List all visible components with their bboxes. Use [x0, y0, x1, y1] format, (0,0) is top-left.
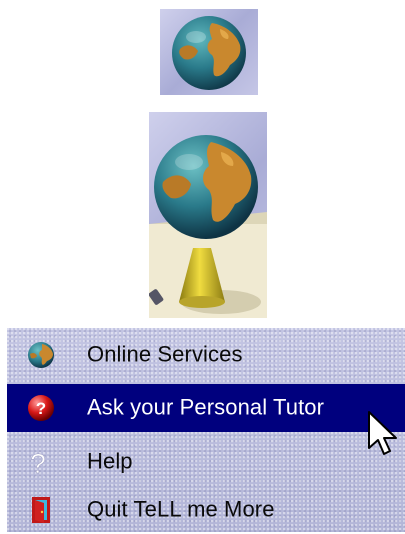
menu-item-ask-personal-tutor[interactable]: ? Ask your Personal Tutor	[7, 384, 405, 432]
menu-item-label: Online Services	[87, 341, 243, 367]
mouse-cursor-icon	[368, 411, 397, 455]
main-menu: Online Services ? Ask your Personal Tuto…	[7, 328, 405, 532]
svg-text:?: ?	[36, 399, 46, 418]
globe-thumbnail-small	[160, 9, 258, 95]
question-ball-icon: ?	[28, 395, 54, 421]
globe-icon	[28, 342, 54, 368]
menu-item-online-services[interactable]: Online Services	[7, 331, 405, 379]
question-mark-icon: ?	[30, 448, 46, 477]
globe-on-stand-image	[149, 112, 267, 318]
menu-item-quit[interactable]: Quit TeLL me More	[7, 486, 405, 534]
svg-text:?: ?	[30, 448, 46, 477]
globe-stand-icon	[149, 135, 267, 318]
exit-door-icon	[32, 497, 50, 523]
menu-item-label: Ask your Personal Tutor	[87, 394, 325, 420]
menu-item-label: Quit TeLL me More	[87, 496, 275, 522]
menu-item-help[interactable]: ? Help	[7, 438, 405, 486]
menu-item-label: Help	[87, 448, 133, 474]
globe-icon	[172, 16, 246, 90]
